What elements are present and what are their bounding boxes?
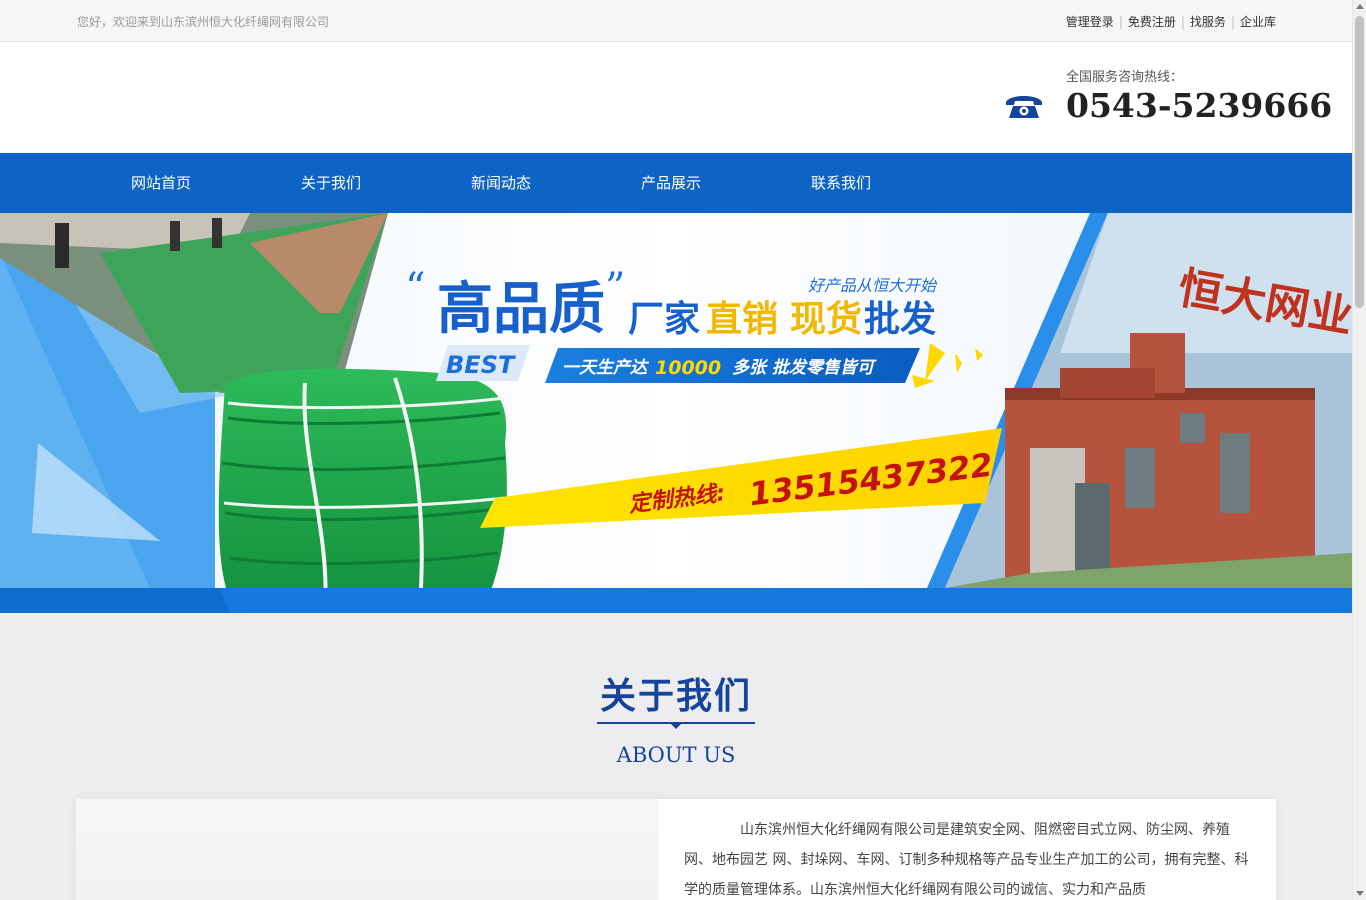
- scroll-down-icon[interactable]: [1356, 891, 1364, 896]
- net-bundle-image: [218, 368, 507, 609]
- admin-login-link[interactable]: 管理登录: [1066, 13, 1114, 30]
- headline-stock: 现货: [790, 299, 862, 340]
- hero-banner[interactable]: 恒大网业 定制热线: 13515437322 “ 高品质 ” 好产品从恒大开始 …: [0, 213, 1352, 613]
- quote-open: “: [405, 265, 425, 311]
- banner-graphic: 恒大网业 定制热线: 13515437322 “ 高品质 ” 好产品从恒大开始 …: [0, 213, 1352, 613]
- phone-icon: [1006, 96, 1042, 118]
- register-link[interactable]: 免费注册: [1128, 13, 1176, 30]
- headline-factory: 厂家: [628, 299, 700, 340]
- scroll-up-icon[interactable]: [1356, 4, 1364, 9]
- nav-item-home[interactable]: 网站首页: [76, 153, 246, 213]
- headline-wholesale: 批发: [864, 299, 936, 340]
- header: 全国服务咨询热线： 0543-5239666: [0, 42, 1352, 153]
- divider: |: [1230, 14, 1235, 29]
- slogan-small: 好产品从恒大开始: [808, 276, 938, 295]
- nav-item-contact[interactable]: 联系我们: [756, 153, 926, 213]
- main-nav: 网站首页 关于我们 新闻动态 产品展示 联系我们: [0, 153, 1352, 213]
- nav-item-products[interactable]: 产品展示: [586, 153, 756, 213]
- about-subtitle: ABOUT US: [616, 743, 736, 767]
- title-pointer: [670, 723, 682, 729]
- hotline-label: 全国服务咨询热线：: [1066, 70, 1184, 85]
- about-text: 山东滨州恒大化纤绳网有限公司是建筑安全网、阻燃密目式立网、防尘网、养殖网、地布园…: [684, 822, 1249, 898]
- headline-quality: 高品质: [437, 277, 605, 342]
- capacity-num: 10000: [655, 357, 721, 379]
- find-service-link[interactable]: 找服务: [1190, 13, 1226, 30]
- scroll-thumb[interactable]: [1355, 16, 1364, 308]
- best-badge: BEST: [446, 351, 516, 379]
- about-image: [76, 799, 659, 900]
- about-section: 关于我们 ABOUT US 山东滨州恒大化纤绳网有限公司是建筑安全网、阻燃密目式…: [0, 613, 1352, 900]
- top-bar: 您好，欢迎来到山东滨州恒大化纤绳网有限公司 管理登录 | 免费注册 | 找服务 …: [0, 0, 1352, 42]
- hotline-number: 0543-5239666: [1066, 86, 1333, 125]
- headline-direct: 直销: [706, 299, 778, 340]
- page-scrollbar[interactable]: [1352, 0, 1366, 900]
- company-library-link[interactable]: 企业库: [1240, 13, 1276, 30]
- divider: |: [1118, 14, 1123, 29]
- nav-item-about[interactable]: 关于我们: [246, 153, 416, 213]
- about-title: 关于我们: [599, 676, 752, 717]
- nav-item-news[interactable]: 新闻动态: [416, 153, 586, 213]
- top-links: 管理登录 | 免费注册 | 找服务 | 企业库: [1066, 13, 1276, 30]
- divider: |: [1180, 14, 1185, 29]
- capacity-pre: 一天生产达: [562, 358, 650, 378]
- about-card: 山东滨州恒大化纤绳网有限公司是建筑安全网、阻燃密目式立网、防尘网、养殖网、地布园…: [76, 799, 1276, 900]
- welcome-text: 您好，欢迎来到山东滨州恒大化纤绳网有限公司: [77, 15, 330, 29]
- quote-close: ”: [605, 265, 625, 311]
- capacity-post: 多张 批发零售皆可: [732, 358, 877, 378]
